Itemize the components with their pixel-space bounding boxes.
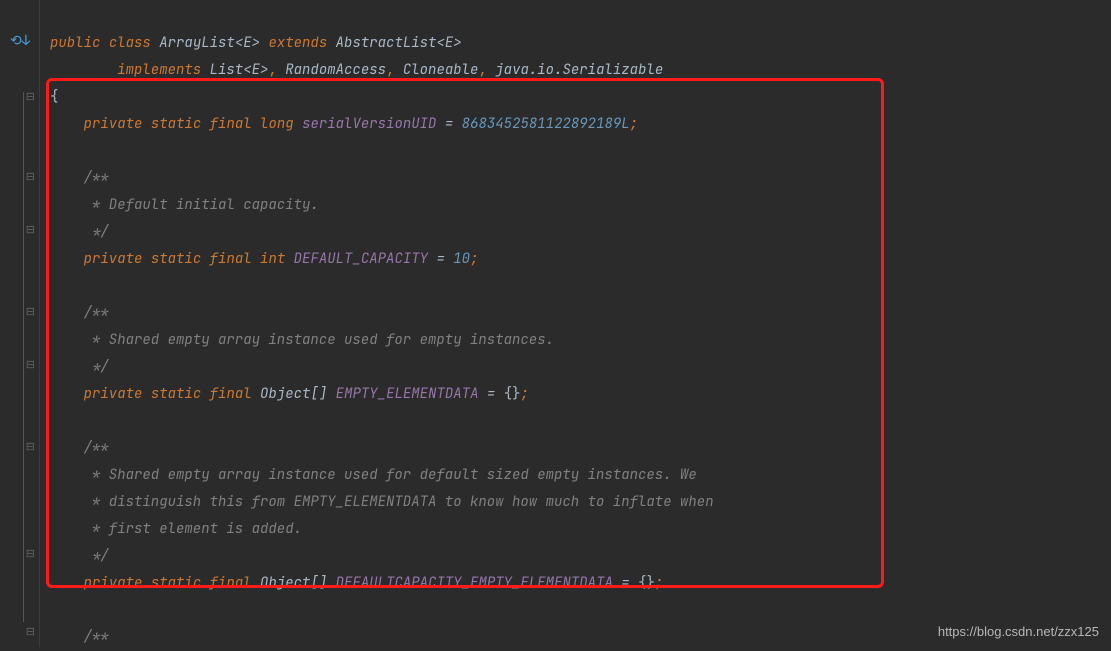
gutter: ⟲↓ ⊟ ⊟ ⊟ ⊟ ⊟ ⊟ ⊟ ⊟: [0, 0, 40, 647]
watermark: https://blog.csdn.net/zzx125: [938, 624, 1099, 639]
code-line: * Shared empty array instance used for d…: [50, 462, 1111, 489]
code-line: * distinguish this from EMPTY_ELEMENTDAT…: [50, 489, 1111, 516]
code-line: */: [50, 219, 1111, 246]
code-editor[interactable]: ⟲↓ ⊟ ⊟ ⊟ ⊟ ⊟ ⊟ ⊟ ⊟ public class ArrayLis…: [0, 0, 1111, 647]
code-line: {: [50, 84, 1111, 111]
fold-icon[interactable]: ⊟: [26, 90, 35, 104]
fold-icon[interactable]: ⊟: [26, 170, 35, 184]
code-line: */: [50, 543, 1111, 570]
fold-icon[interactable]: ⊟: [26, 547, 35, 561]
code-area[interactable]: public class ArrayList<E> extends Abstra…: [40, 0, 1111, 647]
code-line: * Shared empty array instance used for e…: [50, 327, 1111, 354]
code-line: /**: [50, 435, 1111, 462]
code-line: private static final Object[] EMPTY_ELEM…: [50, 381, 1111, 408]
code-line: [50, 138, 1111, 165]
fold-icon[interactable]: ⊟: [26, 305, 35, 319]
code-line: private static final int DEFAULT_CAPACIT…: [50, 246, 1111, 273]
fold-icon[interactable]: ⊟: [26, 358, 35, 372]
code-line: private static final long serialVersionU…: [50, 111, 1111, 138]
override-icon[interactable]: ⟲↓: [10, 32, 30, 50]
code-line: private static final Object[] DEFAULTCAP…: [50, 570, 1111, 597]
code-line: [50, 408, 1111, 435]
code-line: * Default initial capacity.: [50, 192, 1111, 219]
code-line: /**: [50, 300, 1111, 327]
code-line: implements List<E>, RandomAccess, Clonea…: [50, 57, 1111, 84]
fold-icon[interactable]: ⊟: [26, 223, 35, 237]
code-line: [50, 597, 1111, 624]
code-line: * first element is added.: [50, 516, 1111, 543]
code-line: */: [50, 354, 1111, 381]
fold-icon[interactable]: ⊟: [26, 440, 35, 454]
fold-line: [23, 92, 24, 622]
code-line: public class ArrayList<E> extends Abstra…: [50, 30, 1111, 57]
code-line: [50, 273, 1111, 300]
fold-icon[interactable]: ⊟: [26, 625, 35, 639]
code-line: /**: [50, 165, 1111, 192]
